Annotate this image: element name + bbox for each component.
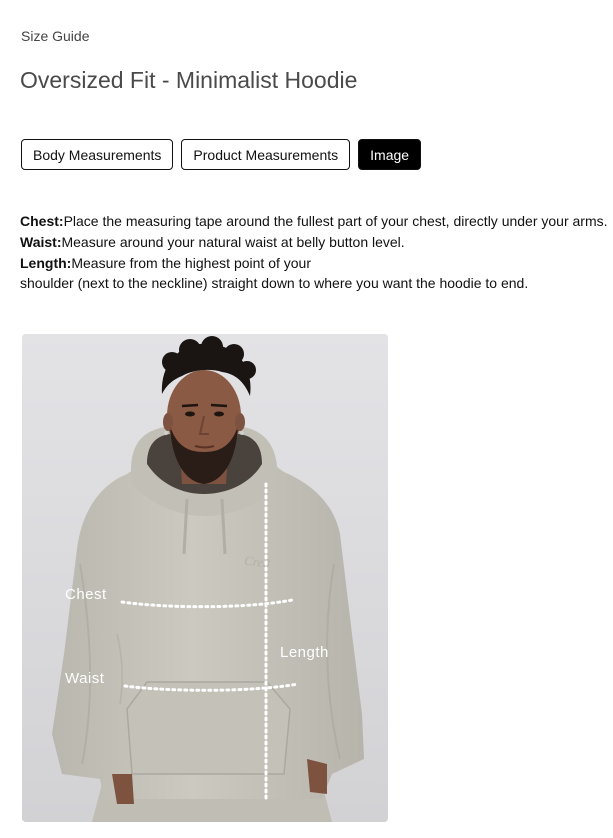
tab-image[interactable]: Image: [358, 139, 422, 170]
page-title: Oversized Fit - Minimalist Hoodie: [20, 67, 358, 93]
tab-product-measurements[interactable]: Product Measurements: [181, 139, 351, 170]
length-instruction-label: Length:: [20, 254, 72, 271]
waist-instruction: Waist:Measure around your natural waist …: [20, 232, 610, 253]
waist-instruction-text: Measure around your natural waist at bel…: [61, 233, 405, 250]
tab-bar: Body Measurements Product Measurements I…: [21, 139, 422, 170]
size-guide-image: Cre8 Chest Waist Length: [22, 334, 388, 822]
chest-instruction: Chest:Place the measuring tape around th…: [20, 211, 610, 232]
length-instruction: Length:Measure from the highest point of…: [20, 253, 610, 274]
length-instruction-continued: shoulder (next to the neckline) straight…: [20, 273, 610, 294]
chest-instruction-label: Chest:: [20, 213, 64, 229]
waist-label: Waist: [65, 670, 105, 687]
breadcrumb: Size Guide: [21, 28, 90, 44]
length-instruction-text-2: shoulder (next to the neckline) straight…: [20, 275, 529, 292]
chest-label: Chest: [65, 586, 107, 603]
length-label: Length: [280, 644, 329, 661]
tab-body-measurements[interactable]: Body Measurements: [21, 139, 174, 170]
waist-instruction-label: Waist:: [20, 233, 62, 250]
measurement-instructions: Chest:Place the measuring tape around th…: [20, 211, 610, 294]
length-instruction-text-1: Measure from the highest point of your: [71, 254, 312, 271]
chest-instruction-text: Place the measuring tape around the full…: [63, 213, 608, 229]
hoodie-model-illustration: Cre8 Chest Waist Length: [22, 334, 388, 822]
